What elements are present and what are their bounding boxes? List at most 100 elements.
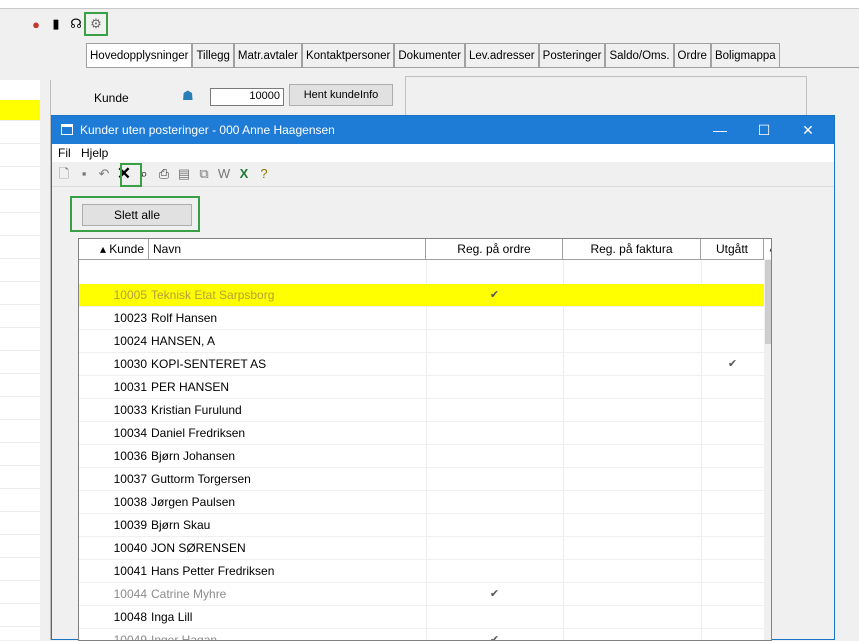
- cell-reg-ordre: [426, 353, 563, 375]
- excel-icon[interactable]: X: [236, 166, 252, 182]
- tab-tillegg[interactable]: Tillegg: [192, 43, 234, 68]
- left-row-line: [0, 626, 40, 627]
- table-row[interactable]: 10034 Daniel Fredriksen: [79, 422, 764, 445]
- minimize-icon[interactable]: —: [698, 118, 742, 142]
- left-row-line: [0, 327, 40, 328]
- cell-navn: JON SØRENSEN: [151, 541, 246, 555]
- cell-reg-faktura: [563, 353, 701, 375]
- table-row[interactable]: 10044 Catrine Myhre ✔: [79, 583, 764, 606]
- cell-kunde: 10049: [113, 633, 147, 641]
- word-icon[interactable]: W: [216, 166, 232, 182]
- cell-reg-faktura: [563, 491, 701, 513]
- left-row-line: [0, 488, 40, 489]
- table-row[interactable]: 10048 Inga Lill: [79, 606, 764, 629]
- menu-fil[interactable]: Fil: [58, 146, 71, 160]
- copy-icon[interactable]: ⧉: [196, 166, 212, 182]
- cell-navn: HANSEN, A: [151, 334, 216, 348]
- customer-icon: ☗: [182, 88, 194, 103]
- menu-bar: Fil Hjelp: [52, 144, 834, 162]
- table-row[interactable]: 10033 Kristian Furulund: [79, 399, 764, 422]
- tab-matr-avtaler[interactable]: Matr.avtaler: [233, 43, 302, 68]
- cell-navn: Bjørn Skau: [151, 518, 211, 532]
- table-row[interactable]: 10036 Bjørn Johansen: [79, 445, 764, 468]
- col-kunde[interactable]: ▴ Kunde: [79, 239, 149, 259]
- col-reg-faktura[interactable]: Reg. på faktura: [563, 239, 701, 259]
- cell-reg-faktura: [563, 560, 701, 582]
- table-row[interactable]: 10049 Inger Hagan ✔: [79, 629, 764, 641]
- cell-utgatt: [701, 606, 764, 628]
- cell-navn: Inger Hagan: [151, 633, 218, 641]
- left-list-panel[interactable]: [0, 80, 51, 640]
- grid-blank-row: [79, 260, 764, 284]
- tab-kontaktpersoner[interactable]: Kontaktpersoner: [301, 43, 395, 68]
- cell-navn: KOPI-SENTERET AS: [151, 357, 267, 371]
- tab-dokumenter[interactable]: Dokumenter: [394, 43, 466, 68]
- help-icon[interactable]: ?: [256, 166, 272, 182]
- cell-reg-faktura: [563, 307, 701, 329]
- table-row[interactable]: 10030 KOPI-SENTERET AS ✔: [79, 353, 764, 376]
- close-icon[interactable]: ✕: [786, 118, 830, 142]
- page-icon[interactable]: ▤: [176, 166, 192, 182]
- hent-kundeinfo-button[interactable]: Hent kundeInfo: [289, 84, 393, 106]
- cell-utgatt: [701, 307, 764, 329]
- cell-utgatt: [701, 629, 764, 640]
- left-row-line: [0, 120, 40, 121]
- menu-hjelp[interactable]: Hjelp: [81, 146, 108, 160]
- undo-icon[interactable]: ↶: [96, 166, 112, 182]
- new-icon[interactable]: 🗋: [56, 166, 72, 182]
- grid-scroll-thumb[interactable]: [765, 260, 771, 344]
- scroll-up-icon[interactable]: ˄: [764, 239, 771, 259]
- table-row[interactable]: 10031 PER HANSEN: [79, 376, 764, 399]
- book-icon[interactable]: ▮: [48, 16, 64, 32]
- cell-kunde: 10033: [113, 403, 147, 417]
- dialog-titlebar[interactable]: Kunder uten posteringer - 000 Anne Haage…: [52, 116, 834, 144]
- table-row[interactable]: 10005 Teknisk Etat Sarpsborg ✔: [79, 284, 764, 307]
- tab-hovedopplysninger[interactable]: Hovedopplysninger: [86, 43, 193, 69]
- left-row-line: [0, 419, 40, 420]
- cell-utgatt: [701, 514, 764, 536]
- maximize-icon[interactable]: ☐: [742, 118, 786, 142]
- left-row-line: [0, 189, 40, 190]
- table-row[interactable]: 10039 Bjørn Skau: [79, 514, 764, 537]
- tab-lev-adresser[interactable]: Lev.adresser: [465, 43, 539, 68]
- people-icon[interactable]: ☊: [68, 16, 84, 32]
- left-scrollbar[interactable]: [40, 80, 50, 640]
- tab-saldo-oms-[interactable]: Saldo/Oms.: [605, 43, 674, 68]
- left-row-line: [0, 373, 40, 374]
- cell-kunde: 10037: [113, 472, 147, 486]
- table-row[interactable]: 10040 JON SØRENSEN: [79, 537, 764, 560]
- cell-navn: PER HANSEN: [151, 380, 230, 394]
- record-icon[interactable]: ●: [28, 16, 44, 32]
- cell-reg-ordre: [426, 491, 563, 513]
- cell-utgatt: [701, 468, 764, 490]
- tab-posteringer[interactable]: Posteringer: [538, 43, 606, 68]
- tab-ordre[interactable]: Ordre: [673, 43, 711, 68]
- tab-boligmappa[interactable]: Boligmappa: [710, 43, 780, 68]
- table-row[interactable]: 10041 Hans Petter Fredriksen: [79, 560, 764, 583]
- table-row[interactable]: 10038 Jørgen Paulsen: [79, 491, 764, 514]
- cell-utgatt: [701, 583, 764, 605]
- cell-navn: Teknisk Etat Sarpsborg: [151, 288, 275, 302]
- table-row[interactable]: 10037 Guttorm Torgersen: [79, 468, 764, 491]
- cell-navn: Rolf Hansen: [151, 311, 218, 325]
- col-reg-ordre[interactable]: Reg. på ordre: [426, 239, 563, 259]
- cell-utgatt: [701, 537, 764, 559]
- cell-kunde: 10040: [113, 541, 147, 555]
- cell-utgatt: [701, 330, 764, 352]
- left-row-line: [0, 603, 40, 604]
- cell-kunde: 10024: [113, 334, 147, 348]
- window-icon: [61, 124, 73, 135]
- cell-reg-faktura: [563, 330, 701, 352]
- col-navn[interactable]: Navn: [149, 239, 426, 259]
- col-utgatt[interactable]: Utgått: [701, 239, 764, 259]
- kunde-input[interactable]: 10000: [210, 88, 284, 106]
- cell-navn: Daniel Fredriksen: [151, 426, 246, 440]
- table-row[interactable]: 10024 HANSEN, A: [79, 330, 764, 353]
- cell-kunde: 10044: [113, 587, 147, 601]
- cell-navn: Bjørn Johansen: [151, 449, 236, 463]
- cell-reg-faktura: [563, 376, 701, 398]
- cell-reg-ordre: ✔: [489, 634, 500, 641]
- table-row[interactable]: 10023 Rolf Hansen: [79, 307, 764, 330]
- save-icon[interactable]: ▪: [76, 166, 92, 182]
- print-icon[interactable]: ⎙: [156, 166, 172, 182]
